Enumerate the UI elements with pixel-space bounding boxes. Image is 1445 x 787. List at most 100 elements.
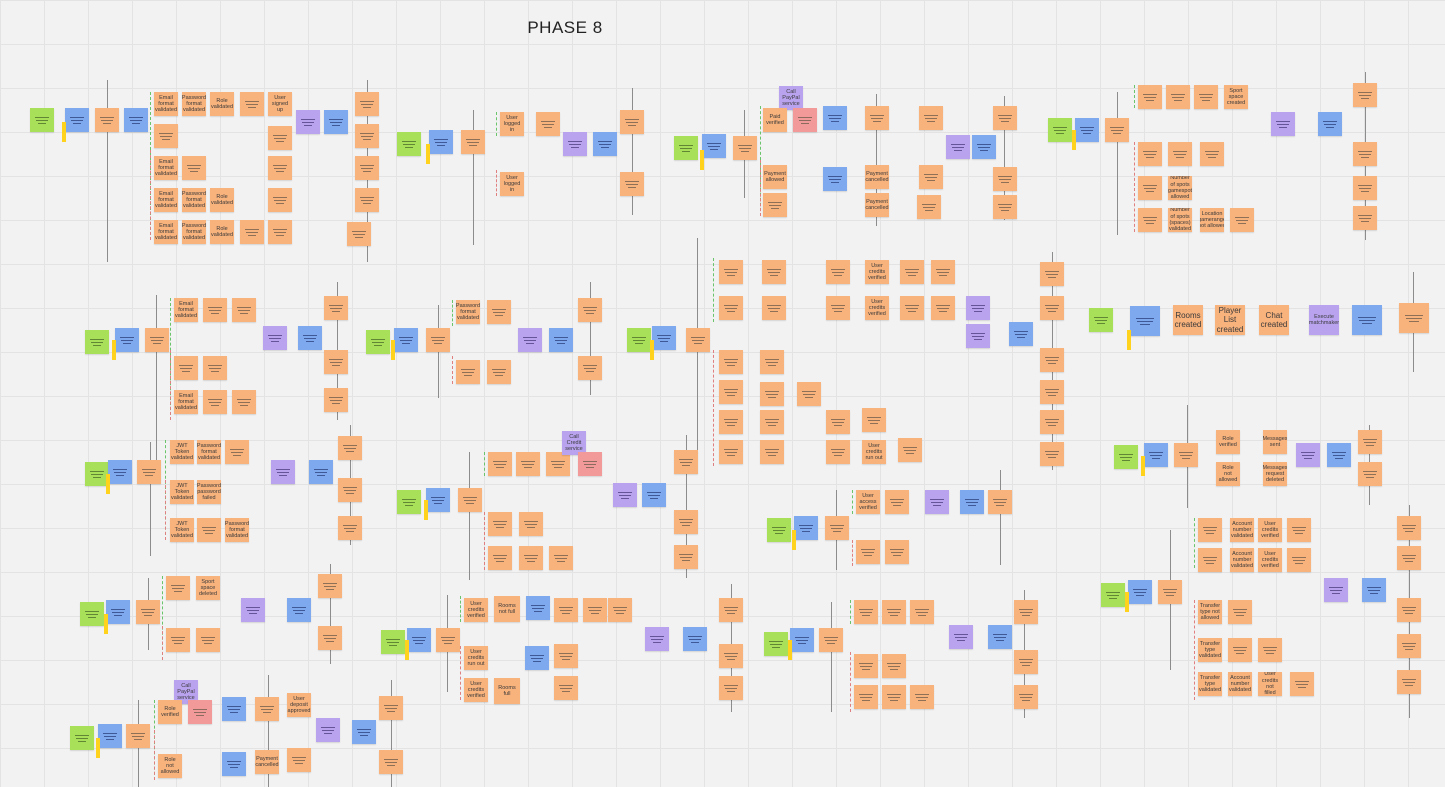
sticky-note[interactable]: [381, 630, 405, 654]
sticky-note[interactable]: [583, 598, 607, 622]
sticky-note[interactable]: [826, 410, 850, 434]
sticky-note[interactable]: [526, 596, 550, 620]
sticky-note[interactable]: [1353, 142, 1377, 166]
sticky-note[interactable]: [240, 220, 264, 244]
sticky-note-password-password-failed[interactable]: Password password failed: [197, 480, 221, 504]
sticky-note[interactable]: [620, 172, 644, 196]
sticky-note-user-signed-up[interactable]: User signed up: [268, 92, 292, 116]
sticky-note[interactable]: [578, 356, 602, 380]
sticky-note[interactable]: [1114, 445, 1138, 469]
sticky-note[interactable]: [1397, 546, 1421, 570]
sticky-note[interactable]: [608, 598, 632, 622]
sticky-note[interactable]: [1014, 600, 1038, 624]
sticky-note[interactable]: [966, 296, 990, 320]
whiteboard-canvas[interactable]: PHASE 8 CustomerEmail format validatedPa…: [0, 0, 1445, 787]
sticky-note[interactable]: [826, 440, 850, 464]
sticky-note-password-format-validated[interactable]: Password format validated: [182, 92, 206, 116]
sticky-note[interactable]: [1138, 176, 1162, 200]
sticky-note[interactable]: [232, 390, 256, 414]
sticky-note[interactable]: [366, 330, 390, 354]
sticky-note-password-format-validated-2[interactable]: Password format validated: [197, 440, 221, 464]
sticky-note[interactable]: [674, 510, 698, 534]
sticky-note[interactable]: [972, 135, 996, 159]
sticky-note-execute-matchmaker[interactable]: Execute matchmaker: [1309, 305, 1339, 335]
sticky-note-transfer-type-validated-2[interactable]: Transfer type validated: [1198, 672, 1222, 696]
sticky-note[interactable]: [98, 724, 122, 748]
sticky-note[interactable]: [764, 632, 788, 656]
sticky-note[interactable]: [546, 452, 570, 476]
sticky-note[interactable]: [203, 390, 227, 414]
sticky-note[interactable]: [225, 440, 249, 464]
sticky-note[interactable]: [760, 350, 784, 374]
sticky-note[interactable]: [1358, 430, 1382, 454]
sticky-note[interactable]: [946, 135, 970, 159]
sticky-note[interactable]: [797, 382, 821, 406]
sticky-note[interactable]: [1290, 672, 1314, 696]
sticky-note-user-credits-verified[interactable]: User credits verified: [865, 260, 889, 284]
sticky-note-payment-allowed[interactable]: Payment allowed: [763, 165, 787, 189]
sticky-note[interactable]: [516, 452, 540, 476]
sticky-note-jwt-token-validated-2[interactable]: JWT Token validated: [170, 480, 194, 504]
sticky-note[interactable]: [1327, 443, 1351, 467]
sticky-note[interactable]: [949, 625, 973, 649]
sticky-note[interactable]: [1397, 598, 1421, 622]
sticky-note[interactable]: [613, 483, 637, 507]
sticky-note-payment-cancelled-2[interactable]: Payment cancelled: [865, 193, 889, 217]
sticky-note[interactable]: [1138, 208, 1162, 232]
sticky-note[interactable]: [203, 298, 227, 322]
sticky-note[interactable]: [355, 156, 379, 180]
sticky-note[interactable]: [1258, 638, 1282, 662]
sticky-note[interactable]: [1040, 348, 1064, 372]
sticky-note[interactable]: [1138, 142, 1162, 166]
sticky-note[interactable]: [719, 676, 743, 700]
sticky-note[interactable]: [85, 330, 109, 354]
sticky-note[interactable]: [108, 460, 132, 484]
sticky-note[interactable]: [1040, 380, 1064, 404]
sticky-note[interactable]: [222, 697, 246, 721]
sticky-note-role-not-allowed-2[interactable]: Role not allowed: [158, 754, 182, 778]
sticky-note[interactable]: [525, 646, 549, 670]
sticky-note[interactable]: [823, 106, 847, 130]
sticky-note-role-validated[interactable]: Role validated: [210, 188, 234, 212]
sticky-note[interactable]: [642, 483, 666, 507]
sticky-note[interactable]: [298, 326, 322, 350]
sticky-note[interactable]: [719, 440, 743, 464]
sticky-note[interactable]: [1353, 83, 1377, 107]
sticky-note[interactable]: [1040, 442, 1064, 466]
sticky-note[interactable]: [1014, 685, 1038, 709]
sticky-note-email-format-validated[interactable]: Email format validated: [154, 156, 178, 180]
sticky-note[interactable]: [554, 598, 578, 622]
sticky-note[interactable]: [885, 540, 909, 564]
sticky-note[interactable]: [627, 328, 651, 352]
sticky-note[interactable]: [397, 490, 421, 514]
sticky-note[interactable]: [767, 518, 791, 542]
sticky-note[interactable]: [70, 726, 94, 750]
sticky-note[interactable]: [309, 460, 333, 484]
sticky-note[interactable]: [1158, 580, 1182, 604]
sticky-note[interactable]: [554, 644, 578, 668]
sticky-note[interactable]: [429, 130, 453, 154]
sticky-note[interactable]: [854, 600, 878, 624]
sticky-note[interactable]: [488, 546, 512, 570]
sticky-note-user-credits-verified-3[interactable]: User credits verified: [464, 598, 488, 622]
sticky-note[interactable]: [137, 460, 161, 484]
sticky-note[interactable]: [1040, 296, 1064, 320]
sticky-note[interactable]: [1200, 142, 1224, 166]
sticky-note-number-of-spots-spaces-validated[interactable]: Number of spots (spaces) validated: [1168, 208, 1192, 232]
sticky-note[interactable]: [338, 516, 362, 540]
sticky-note[interactable]: [1228, 600, 1252, 624]
sticky-note[interactable]: [702, 134, 726, 158]
sticky-note[interactable]: [898, 438, 922, 462]
sticky-note[interactable]: [1014, 650, 1038, 674]
sticky-note[interactable]: [1352, 305, 1382, 335]
sticky-note[interactable]: [910, 685, 934, 709]
sticky-note[interactable]: [338, 436, 362, 460]
sticky-note-user-credits-verified-6[interactable]: User credits verified: [1258, 548, 1282, 572]
sticky-note[interactable]: [232, 298, 256, 322]
sticky-note[interactable]: [1048, 118, 1072, 142]
sticky-note-user-credits-not-filled[interactable]: User credits not filled: [1258, 672, 1282, 696]
sticky-note[interactable]: [1358, 462, 1382, 486]
sticky-note-email-format-validated[interactable]: Email format validated: [154, 92, 178, 116]
sticky-note[interactable]: [1287, 518, 1311, 542]
sticky-note[interactable]: [324, 296, 348, 320]
